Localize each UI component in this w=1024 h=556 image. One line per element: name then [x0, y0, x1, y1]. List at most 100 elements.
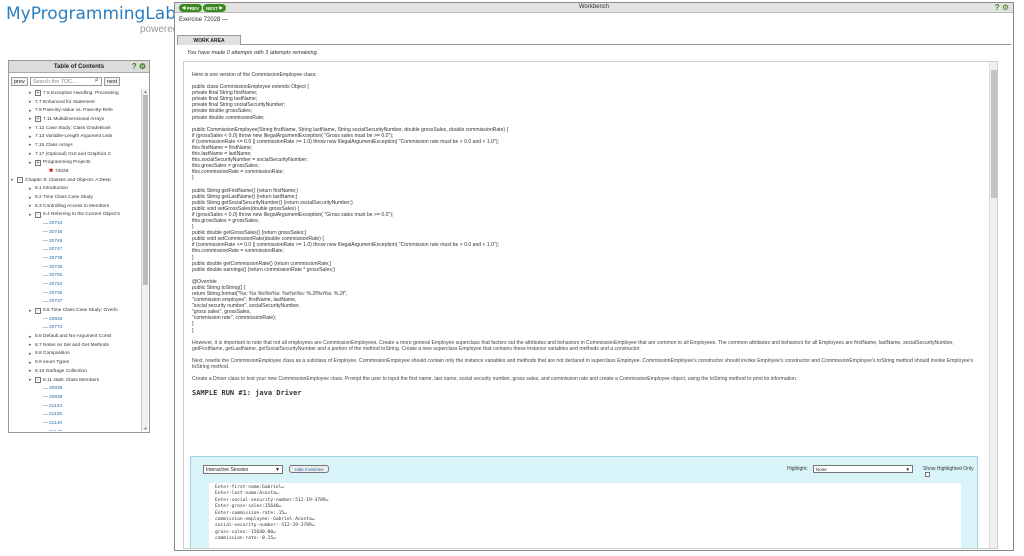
toc-item[interactable]: ▸ 8.10 Garbage Collection	[9, 367, 141, 376]
content-scrollbar[interactable]	[989, 62, 997, 548]
tab-work-area[interactable]: WORK AREA	[177, 35, 241, 45]
toc-exercise-item[interactable]: —20739	[9, 263, 141, 272]
toc-item[interactable]: ▸ 7.7 Enhanced for Statement	[9, 98, 141, 107]
toc-scroll-thumb[interactable]	[143, 95, 148, 285]
toc-item-label: 20772	[49, 325, 63, 331]
toc-item[interactable]: ▸ 8.7 Notes on Set and Get Methods	[9, 341, 141, 350]
collapse-icon[interactable]: -	[35, 377, 41, 384]
intro-text: Here is one version of the CommissionEmp…	[192, 72, 317, 78]
powered-by-text: powered	[140, 24, 179, 35]
toc-item[interactable]: ▸ 8.1 Introduction	[9, 185, 141, 194]
collapse-icon[interactable]: -	[35, 307, 41, 314]
workbench-panel: ◀ PREV NEXT ▶ Workbench ? ⚙ Exercise 720…	[174, 2, 1014, 551]
toc-exercise-item[interactable]: —21134	[9, 402, 141, 411]
toc-exercise-item[interactable]: —20826	[9, 315, 141, 324]
toc-item[interactable]: ▸ 8.6 Default and No-Argument Const	[9, 332, 141, 341]
show-highlighted-checkbox[interactable]	[925, 472, 930, 478]
toc-item-label: 20746	[49, 238, 63, 244]
show-highlighted-only[interactable]: Show Highlighted Only	[923, 466, 977, 478]
toc-item-label: 8.9 enum Types	[35, 360, 70, 366]
toc-item-label: 8.5 Time Class Case Study: Overlo	[43, 308, 118, 314]
toc-next-button[interactable]: next	[103, 76, 121, 86]
toc-exercise-item[interactable]: —21135	[9, 410, 141, 419]
toc-exercise-item[interactable]: —20750	[9, 271, 141, 280]
toc-item-label: 8.3 Controlling Access to Members	[35, 203, 110, 209]
toc-scrollbar[interactable]: ▲ ▼	[141, 89, 148, 431]
toc-item-label: 8.4 Referring to the Current Object's	[43, 212, 120, 218]
toc-exercise-item[interactable]: —21140	[9, 419, 141, 428]
toc-item-label: 7.17 (Optional) GUI and Graphics C	[35, 151, 112, 157]
toc-search-input[interactable]: Search the TOC... ⌕	[29, 76, 102, 86]
toc-item[interactable]: ▸ 7.15 Class Arrays	[9, 141, 141, 150]
toc-item-label: 20839	[49, 386, 63, 392]
toc-item[interactable]: ▸ - Chapter 8: Classes and Objects: A Deep	[9, 176, 141, 185]
toc-item-label: 7.5 Exception Handling: Processing	[43, 90, 119, 96]
highlight-select[interactable]: None ▼	[813, 465, 913, 473]
toc-item-label: 20745	[49, 229, 63, 235]
toc-item[interactable]: ▸ 7.12 Case Study: Class GradeBook	[9, 124, 141, 133]
toc-exercise-item[interactable]: —20744	[9, 219, 141, 228]
paragraph-superclass: However, it is important to note that no…	[192, 339, 954, 352]
toc-item[interactable]: ▸ -8.5 Time Class Case Study: Overlo	[9, 306, 141, 315]
toc-item-label: 7.7 Enhanced for Statement	[35, 99, 95, 105]
code-line: }	[192, 327, 194, 334]
toc-exercise-item[interactable]: —21142	[9, 428, 141, 431]
hide-invisibles-button[interactable]: Hide Invisibles	[289, 465, 329, 473]
toc-item-label: 20744	[49, 221, 63, 227]
toc-item[interactable]: ▸ +7.5 Exception Handling: Processing	[9, 89, 141, 98]
table-of-contents-panel: Table of Contents ? ⚙ prev Search the TO…	[8, 60, 150, 433]
toc-exercise-item[interactable]: —20738	[9, 254, 141, 263]
toc-list: ▸ +7.5 Exception Handling: Processing ▸ 7.7…	[9, 89, 141, 431]
toc-exercise-item[interactable]: —20742	[9, 280, 141, 289]
scroll-up-icon[interactable]: ▲	[142, 89, 149, 94]
sample-run-box: Interactive Session ▼ Hide Invisibles Hig…	[190, 456, 978, 548]
toc-item[interactable]: ▸ 8.2 Time Class Case Study	[9, 193, 141, 202]
toc-item-label: 20826	[49, 316, 63, 322]
toc-item[interactable]: ▸ 8.3 Controlling Access to Members	[9, 202, 141, 211]
gear-icon[interactable]: ⚙	[1002, 3, 1009, 12]
toc-item[interactable]: ▸ +7.11 Multidimensional Arrays	[9, 115, 141, 124]
collapse-icon[interactable]: -	[17, 177, 23, 184]
toc-item-label: 20735	[49, 290, 63, 296]
toc-item[interactable]: ▸ 8.9 enum Types	[9, 358, 141, 367]
expand-icon[interactable]: +	[35, 90, 41, 97]
toc-exercise-item[interactable]: —20745	[9, 228, 141, 237]
help-icon[interactable]: ?	[132, 62, 137, 71]
toc-search-placeholder: Search the TOC...	[32, 78, 77, 85]
chevron-down-icon: ▼	[905, 467, 910, 472]
collapse-icon[interactable]: -	[35, 211, 41, 218]
toc-item[interactable]: ▸ + Programming Projects	[9, 159, 141, 168]
scroll-down-icon[interactable]: ▼	[142, 426, 149, 431]
toc-item-label: 21135	[49, 412, 62, 418]
toc-prev-button[interactable]: prev	[11, 76, 28, 86]
toc-item-label: 20750	[49, 273, 63, 279]
toc-exercise-item[interactable]: —20737	[9, 298, 141, 307]
toc-item-label: 7.12 Case Study: Class GradeBook	[35, 125, 111, 131]
gear-icon[interactable]: ⚙	[139, 62, 146, 71]
toc-item-label: 20737	[49, 299, 63, 305]
toc-exercise-item[interactable]: —20735	[9, 289, 141, 298]
expand-icon[interactable]: +	[35, 116, 41, 123]
problem-content: Here is one version of the CommissionEmp…	[183, 61, 998, 549]
toc-item[interactable]: ▸ -8.11 static Class Members	[9, 376, 141, 385]
exercise-label: Exercise 72028 —	[179, 17, 228, 23]
toc-item[interactable]: ▸ 7.9 Pass-By-Value vs. Pass-By-Refe	[9, 106, 141, 115]
toc-item[interactable]: ▸ 7.17 (Optional) GUI and Graphics C	[9, 150, 141, 159]
paragraph-driver: Create a Driver class to test your new C…	[192, 376, 798, 383]
toc-exercise-item[interactable]: —20772	[9, 324, 141, 333]
expand-icon[interactable]: +	[35, 159, 41, 166]
toc-exercise-item[interactable]: —20839	[9, 384, 141, 393]
session-select[interactable]: Interactive Session ▼	[203, 465, 283, 474]
toc-exercise-item[interactable]: —20747	[9, 245, 141, 254]
toc-item[interactable]: ▸ 7.13 Variable-Length Argument Lists	[9, 132, 141, 141]
toc-exercise-item[interactable]: —20838	[9, 393, 141, 402]
toc-item-label: 8.10 Garbage Collection	[35, 368, 87, 374]
content-scroll-thumb[interactable]	[991, 70, 997, 198]
help-icon[interactable]: ?	[995, 3, 1000, 12]
toc-item[interactable]: ✖ 72028	[9, 167, 141, 176]
toc-item-label: 21142	[49, 430, 62, 431]
toc-item[interactable]: ▸ -8.4 Referring to the Current Object's	[9, 211, 141, 220]
toc-item[interactable]: ▸ 8.8 Composition	[9, 350, 141, 359]
search-icon[interactable]: ⌕	[95, 77, 99, 85]
toc-exercise-item[interactable]: —20746	[9, 237, 141, 246]
